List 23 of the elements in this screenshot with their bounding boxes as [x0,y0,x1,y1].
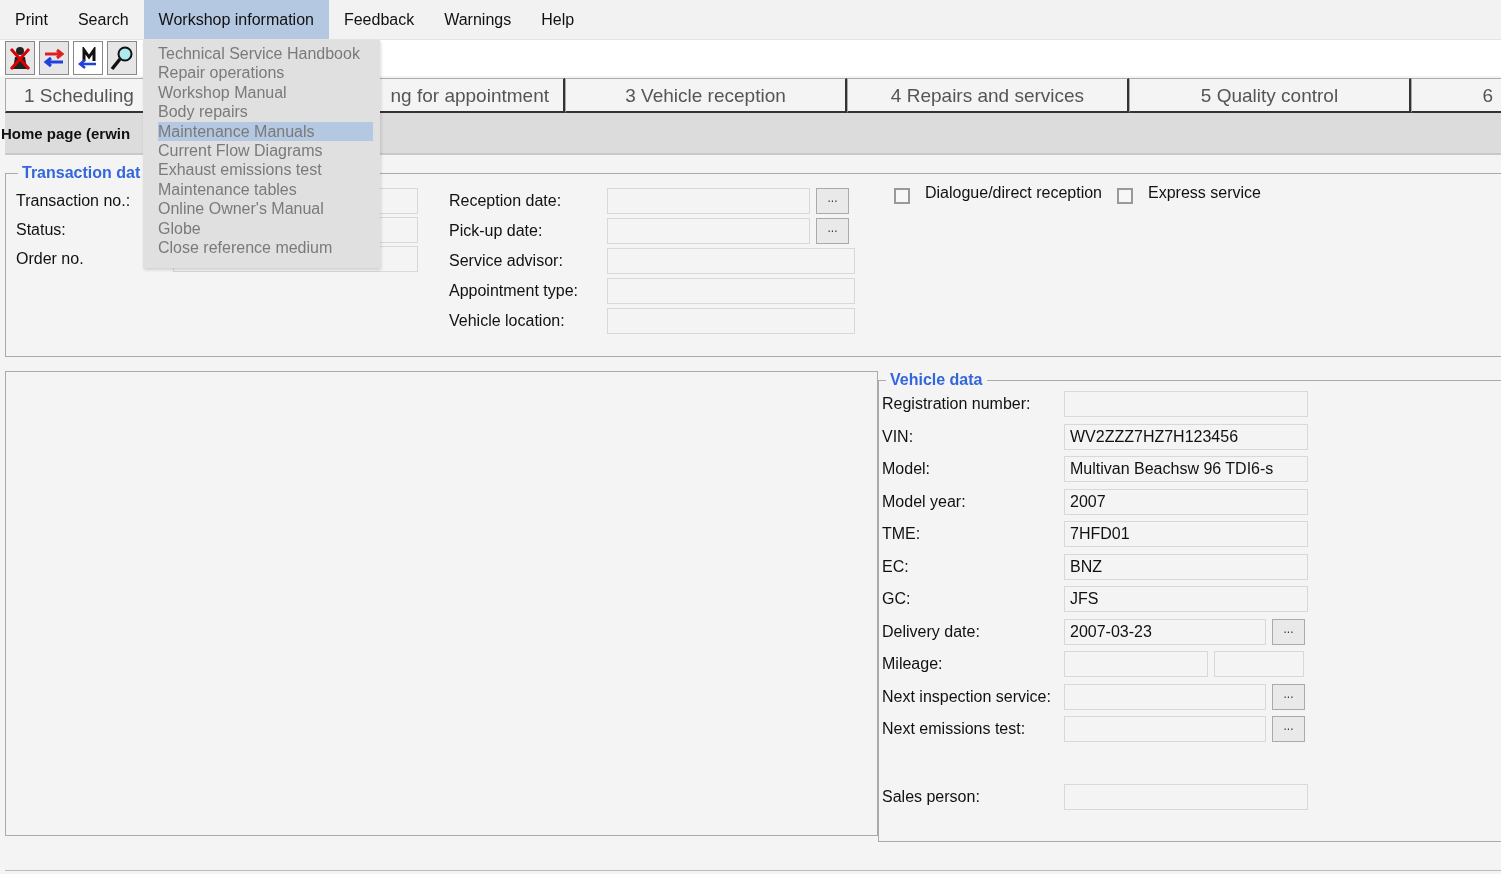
field-label: Delivery date: [882,622,981,641]
field-label: GC: [882,590,912,608]
field-label: Registration number: [882,395,1032,413]
panel-title: Transaction dat [21,164,142,182]
field-label: EC: [882,557,910,576]
field-label: Next emissions test: [882,720,1027,738]
field-label: Model year: [882,492,967,511]
field-label: VIN: [882,427,915,446]
field-label: Service advisor: [449,252,564,270]
field-label: Vehicle location: [449,312,566,330]
field-label: Appointment type: [449,282,579,300]
page-title: Home page (erwin [1,124,131,142]
field-label: Order no. [16,250,85,268]
checkbox-label: Express service [1148,184,1261,202]
field-label: Reception date: [449,192,563,210]
field-label: Next inspection service: [882,687,1052,706]
field-label: Mileage: [882,655,944,673]
field-label: Model: [882,460,932,478]
field-label: TME: [882,525,922,543]
field-label: Sales person: [882,788,981,806]
checkbox-label: Dialogue/direct reception [925,184,1102,202]
field-label: Pick-up date: [449,222,544,240]
panel-title: Vehicle data [889,371,984,389]
